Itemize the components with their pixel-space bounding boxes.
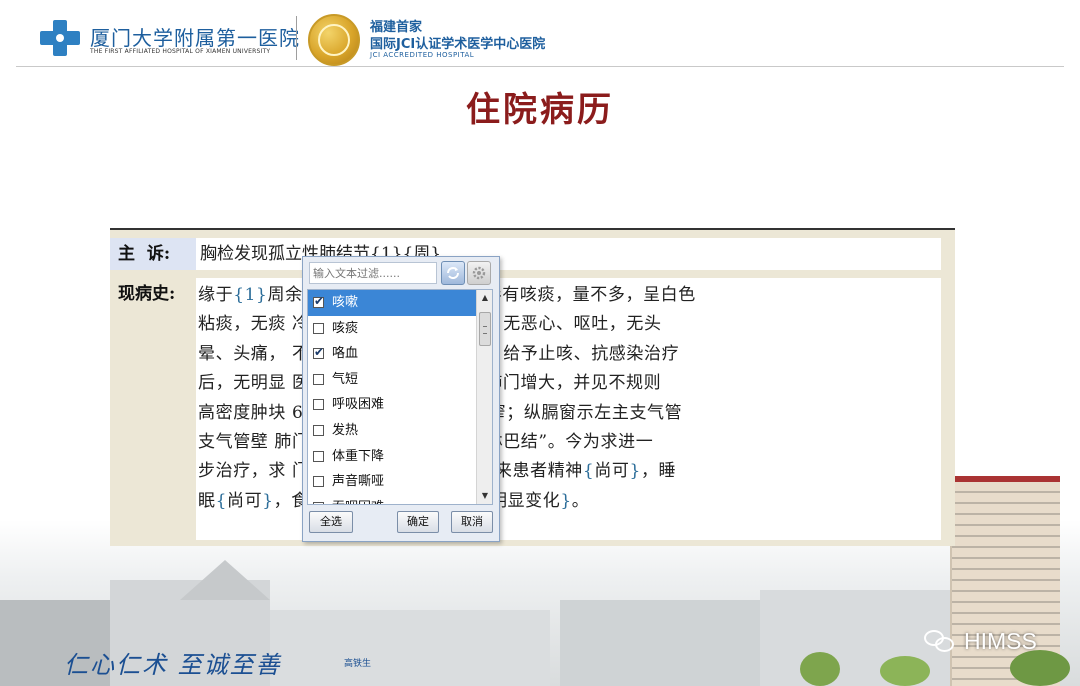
symptom-option-label: 吞咽困难	[332, 495, 384, 504]
jci-seal-icon	[308, 14, 360, 66]
checkbox-icon[interactable]	[313, 425, 324, 436]
jci-line-2: 国际JCI认证学术医学中心医院	[370, 37, 546, 52]
medical-record-panel: 主 诉: 胸检发现孤立性肺结节{1}{周} 现病史: 缘于{1}周余 咳嗽，呈阵…	[110, 228, 955, 546]
checkbox-icon[interactable]	[313, 476, 324, 488]
template-field-marker: {	[215, 490, 228, 511]
motto-signature: 高铁生	[344, 659, 372, 669]
select-all-button[interactable]: 全选	[309, 511, 353, 533]
symptom-list: 吞咽困难 声音嘶哑 体重下降 发热 呼吸困难 气短 ✔ 咯血 咳痰 ✔ 咳嗽 ▲ ▼	[307, 289, 493, 505]
building	[270, 610, 550, 686]
symptom-option[interactable]: 呼吸困难	[308, 392, 476, 418]
checkbox-icon[interactable]	[313, 501, 324, 504]
history-text: 余	[285, 285, 303, 305]
history-text: 尚可	[594, 461, 630, 482]
scroll-down-icon[interactable]: ▼	[477, 488, 492, 504]
refresh-icon	[447, 267, 459, 279]
refresh-button[interactable]	[441, 261, 465, 285]
symptom-option[interactable]: 咳痰	[308, 316, 476, 342]
list-scrollbar[interactable]: ▲ ▼	[476, 290, 492, 504]
checked-checkbox-icon[interactable]: ✔	[313, 345, 325, 360]
medical-cross-icon	[40, 20, 80, 56]
symptom-option-label: 气短	[332, 371, 359, 387]
settings-icon	[472, 266, 486, 280]
history-text: 眠	[198, 490, 216, 511]
building	[560, 600, 760, 686]
symptom-option[interactable]: ✔ 咯血	[308, 341, 476, 367]
scroll-up-icon[interactable]: ▲	[477, 290, 492, 306]
jci-line-3: JCI ACCREDITED HOSPITAL	[370, 51, 475, 59]
checkbox-icon[interactable]	[313, 399, 324, 411]
symptom-option[interactable]: 气短	[308, 367, 476, 393]
chief-complaint-row: 主 诉: 胸检发现孤立性肺结节{1}{周}	[110, 238, 955, 270]
symptom-option[interactable]: 声音嘶哑	[308, 469, 476, 495]
template-field-marker: {1}	[233, 285, 268, 305]
header-divider	[296, 16, 297, 60]
slide-header: 厦门大学附属第一医院 THE FIRST AFFILIATED HOSPITAL…	[0, 0, 1080, 70]
checkmark-icon: ✔	[314, 345, 325, 360]
template-field-marker: }	[629, 461, 641, 482]
history-text: 。	[571, 490, 590, 511]
chief-complaint-label: 主 诉:	[110, 238, 196, 270]
wechat-icon	[924, 628, 956, 654]
filter-input[interactable]	[309, 262, 437, 284]
history-text: 缘于	[198, 285, 234, 305]
symptom-option-label: 发热	[332, 423, 359, 438]
symptom-option-label: 咳痰	[332, 320, 359, 336]
watermark: HIMSS	[924, 626, 1037, 656]
hospital-english-name: THE FIRST AFFILIATED HOSPITAL OF XIAMEN …	[90, 48, 271, 55]
symptom-option-label: 体重下降	[332, 448, 385, 464]
cancel-button[interactable]: 取消	[451, 511, 493, 533]
symptom-option[interactable]: 吞咽困难	[308, 495, 476, 504]
present-illness-row: 现病史: 缘于{1}周余 咳嗽，呈阵发性咳嗽，伴有咳痰，量不多，呈白色 粘痰，无痰…	[110, 278, 955, 540]
symptom-option[interactable]: ✔ 咳嗽	[308, 290, 476, 316]
tree	[800, 652, 840, 686]
template-field-marker: }	[560, 490, 572, 511]
tree	[880, 656, 930, 686]
checkbox-icon[interactable]	[313, 322, 324, 334]
checkbox-icon[interactable]	[313, 373, 324, 385]
header-rule	[16, 66, 1064, 67]
motto-calligraphy: 仁心仁术 至诚至善	[64, 651, 282, 679]
slide-title: 住院病历	[466, 90, 614, 130]
watermark-text: HIMSS	[964, 627, 1037, 654]
symptom-option[interactable]: 发热	[308, 418, 476, 444]
symptom-option[interactable]: 体重下降	[308, 444, 476, 470]
checkmark-icon: ✔	[314, 294, 325, 308]
symptom-filter-popup: 吞咽困难 声音嘶哑 体重下降 发热 呼吸困难 气短 ✔ 咯血 咳痰 ✔ 咳嗽 ▲ ▼ 全选 确定 取…	[302, 256, 500, 542]
history-text: ，睡	[640, 461, 677, 482]
template-field-marker: {	[582, 461, 595, 482]
scroll-thumb[interactable]	[479, 312, 491, 346]
symptom-option-label: 声音嘶哑	[332, 474, 385, 490]
symptom-option-label: 咳嗽	[332, 295, 359, 310]
confirm-button[interactable]: 确定	[397, 511, 439, 533]
symptom-option-label: 呼吸困难	[332, 397, 385, 413]
checkbox-icon[interactable]	[313, 450, 324, 462]
history-text: 尚可	[227, 490, 263, 511]
template-field-marker: }	[262, 490, 274, 511]
symptom-option-label: 咯血	[332, 346, 359, 362]
present-illness-label: 现病史:	[118, 284, 176, 304]
hospital-name: 厦门大学附属第一医院	[90, 26, 300, 50]
settings-button[interactable]	[467, 261, 491, 285]
checked-checkbox-icon[interactable]: ✔	[313, 294, 325, 308]
history-text: 周	[267, 285, 286, 305]
